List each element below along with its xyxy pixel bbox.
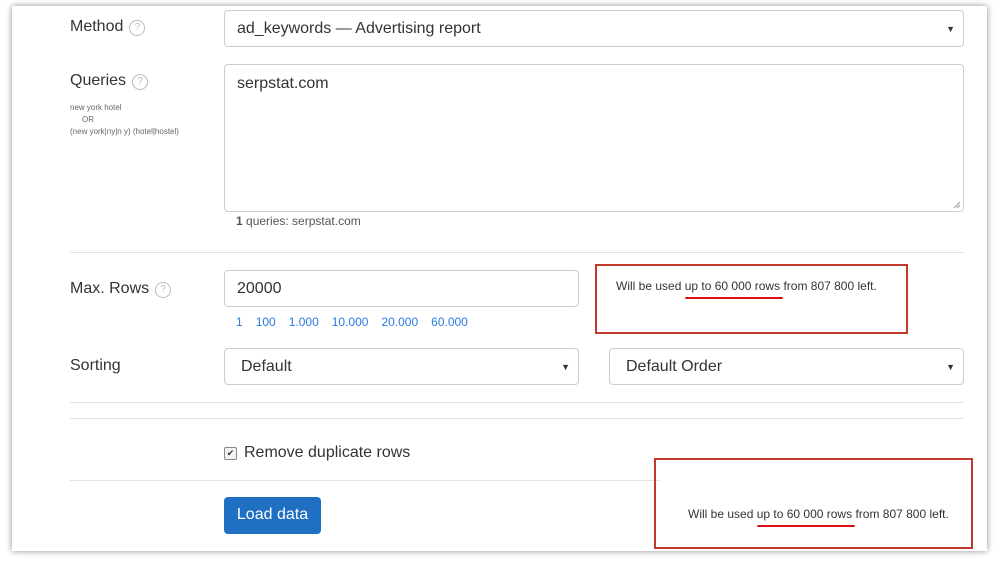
queries-count-number: 1 <box>236 214 243 228</box>
queries-count: 1 queries: serpstat.com <box>236 214 361 228</box>
note-text: from 807 800 left. <box>852 507 949 521</box>
divider <box>70 480 660 481</box>
help-icon[interactable]: ? <box>155 282 172 298</box>
report-settings-form: Method? ad_keywords — Advertising report… <box>12 6 987 551</box>
resize-handle-icon[interactable] <box>953 201 961 209</box>
help-icon[interactable]: ? <box>132 74 149 90</box>
max-rows-input[interactable]: 20000 <box>224 270 579 307</box>
method-select-value: ad_keywords — Advertising report <box>237 20 481 37</box>
annotation-box <box>595 264 908 334</box>
remove-duplicates-checkbox[interactable]: ✔ <box>224 447 237 460</box>
note-text: Will be used <box>688 507 757 521</box>
sorting-label: Sorting <box>70 357 121 374</box>
note-text: from 807 800 left. <box>780 279 877 293</box>
max-rows-label-row: Max. Rows? <box>70 280 172 298</box>
queries-textarea[interactable]: serpstat.com <box>224 64 964 212</box>
quick-rows-link[interactable]: 60.000 <box>431 315 468 329</box>
sorting-order-value: Default Order <box>626 358 723 375</box>
max-rows-quick-links: 1 100 1.000 10.000 20.000 60.000 <box>236 313 481 331</box>
quick-rows-link[interactable]: 20.000 <box>381 315 418 329</box>
queries-count-text: queries: serpstat.com <box>242 214 361 228</box>
queries-label: Queries <box>70 72 127 89</box>
checkmark-icon: ✔ <box>226 448 235 458</box>
hint-line: OR <box>82 115 94 124</box>
max-rows-label: Max. Rows <box>70 280 150 297</box>
caret-down-icon: ▼ <box>946 362 955 372</box>
quick-rows-link[interactable]: 100 <box>256 315 276 329</box>
divider <box>70 418 964 419</box>
method-select[interactable]: ad_keywords — Advertising report ▼ <box>224 10 964 47</box>
note-highlight: up to 60 000 rows <box>684 279 781 293</box>
queries-textarea-value: serpstat.com <box>237 75 329 92</box>
caret-down-icon: ▼ <box>946 24 955 34</box>
queries-label-row: Queries? <box>70 72 149 90</box>
hint-line: new york hotel <box>70 103 122 112</box>
quick-rows-link[interactable]: 1.000 <box>289 315 319 329</box>
remove-duplicates-label[interactable]: Remove duplicate rows <box>244 444 410 462</box>
note-highlight: up to 60 000 rows <box>756 507 853 521</box>
rows-usage-note: Will be used up to 60 000 rows from 807 … <box>616 279 877 293</box>
caret-down-icon: ▼ <box>561 362 570 372</box>
load-data-button[interactable]: Load data <box>224 497 321 534</box>
quick-rows-link[interactable]: 10.000 <box>332 315 369 329</box>
sorting-order-select[interactable]: Default Order ▼ <box>609 348 964 385</box>
divider <box>70 252 964 253</box>
annotation-box <box>654 458 973 549</box>
quick-rows-link[interactable]: 1 <box>236 315 243 329</box>
sorting-field-value: Default <box>241 358 292 375</box>
sorting-field-select[interactable]: Default ▼ <box>224 348 579 385</box>
method-label: Method <box>70 18 124 35</box>
note-text: Will be used <box>616 279 685 293</box>
method-label-row: Method? <box>70 18 146 36</box>
hint-line: (new york|ny|n y) (hotel|hostel) <box>70 127 179 136</box>
help-icon[interactable]: ? <box>129 20 146 36</box>
divider <box>70 402 964 403</box>
max-rows-value: 20000 <box>237 280 282 297</box>
queries-hint: new york hotel OR (new york|ny|n y) (hot… <box>70 102 179 138</box>
bottom-usage-note: Will be used up to 60 000 rows from 807 … <box>688 507 949 521</box>
